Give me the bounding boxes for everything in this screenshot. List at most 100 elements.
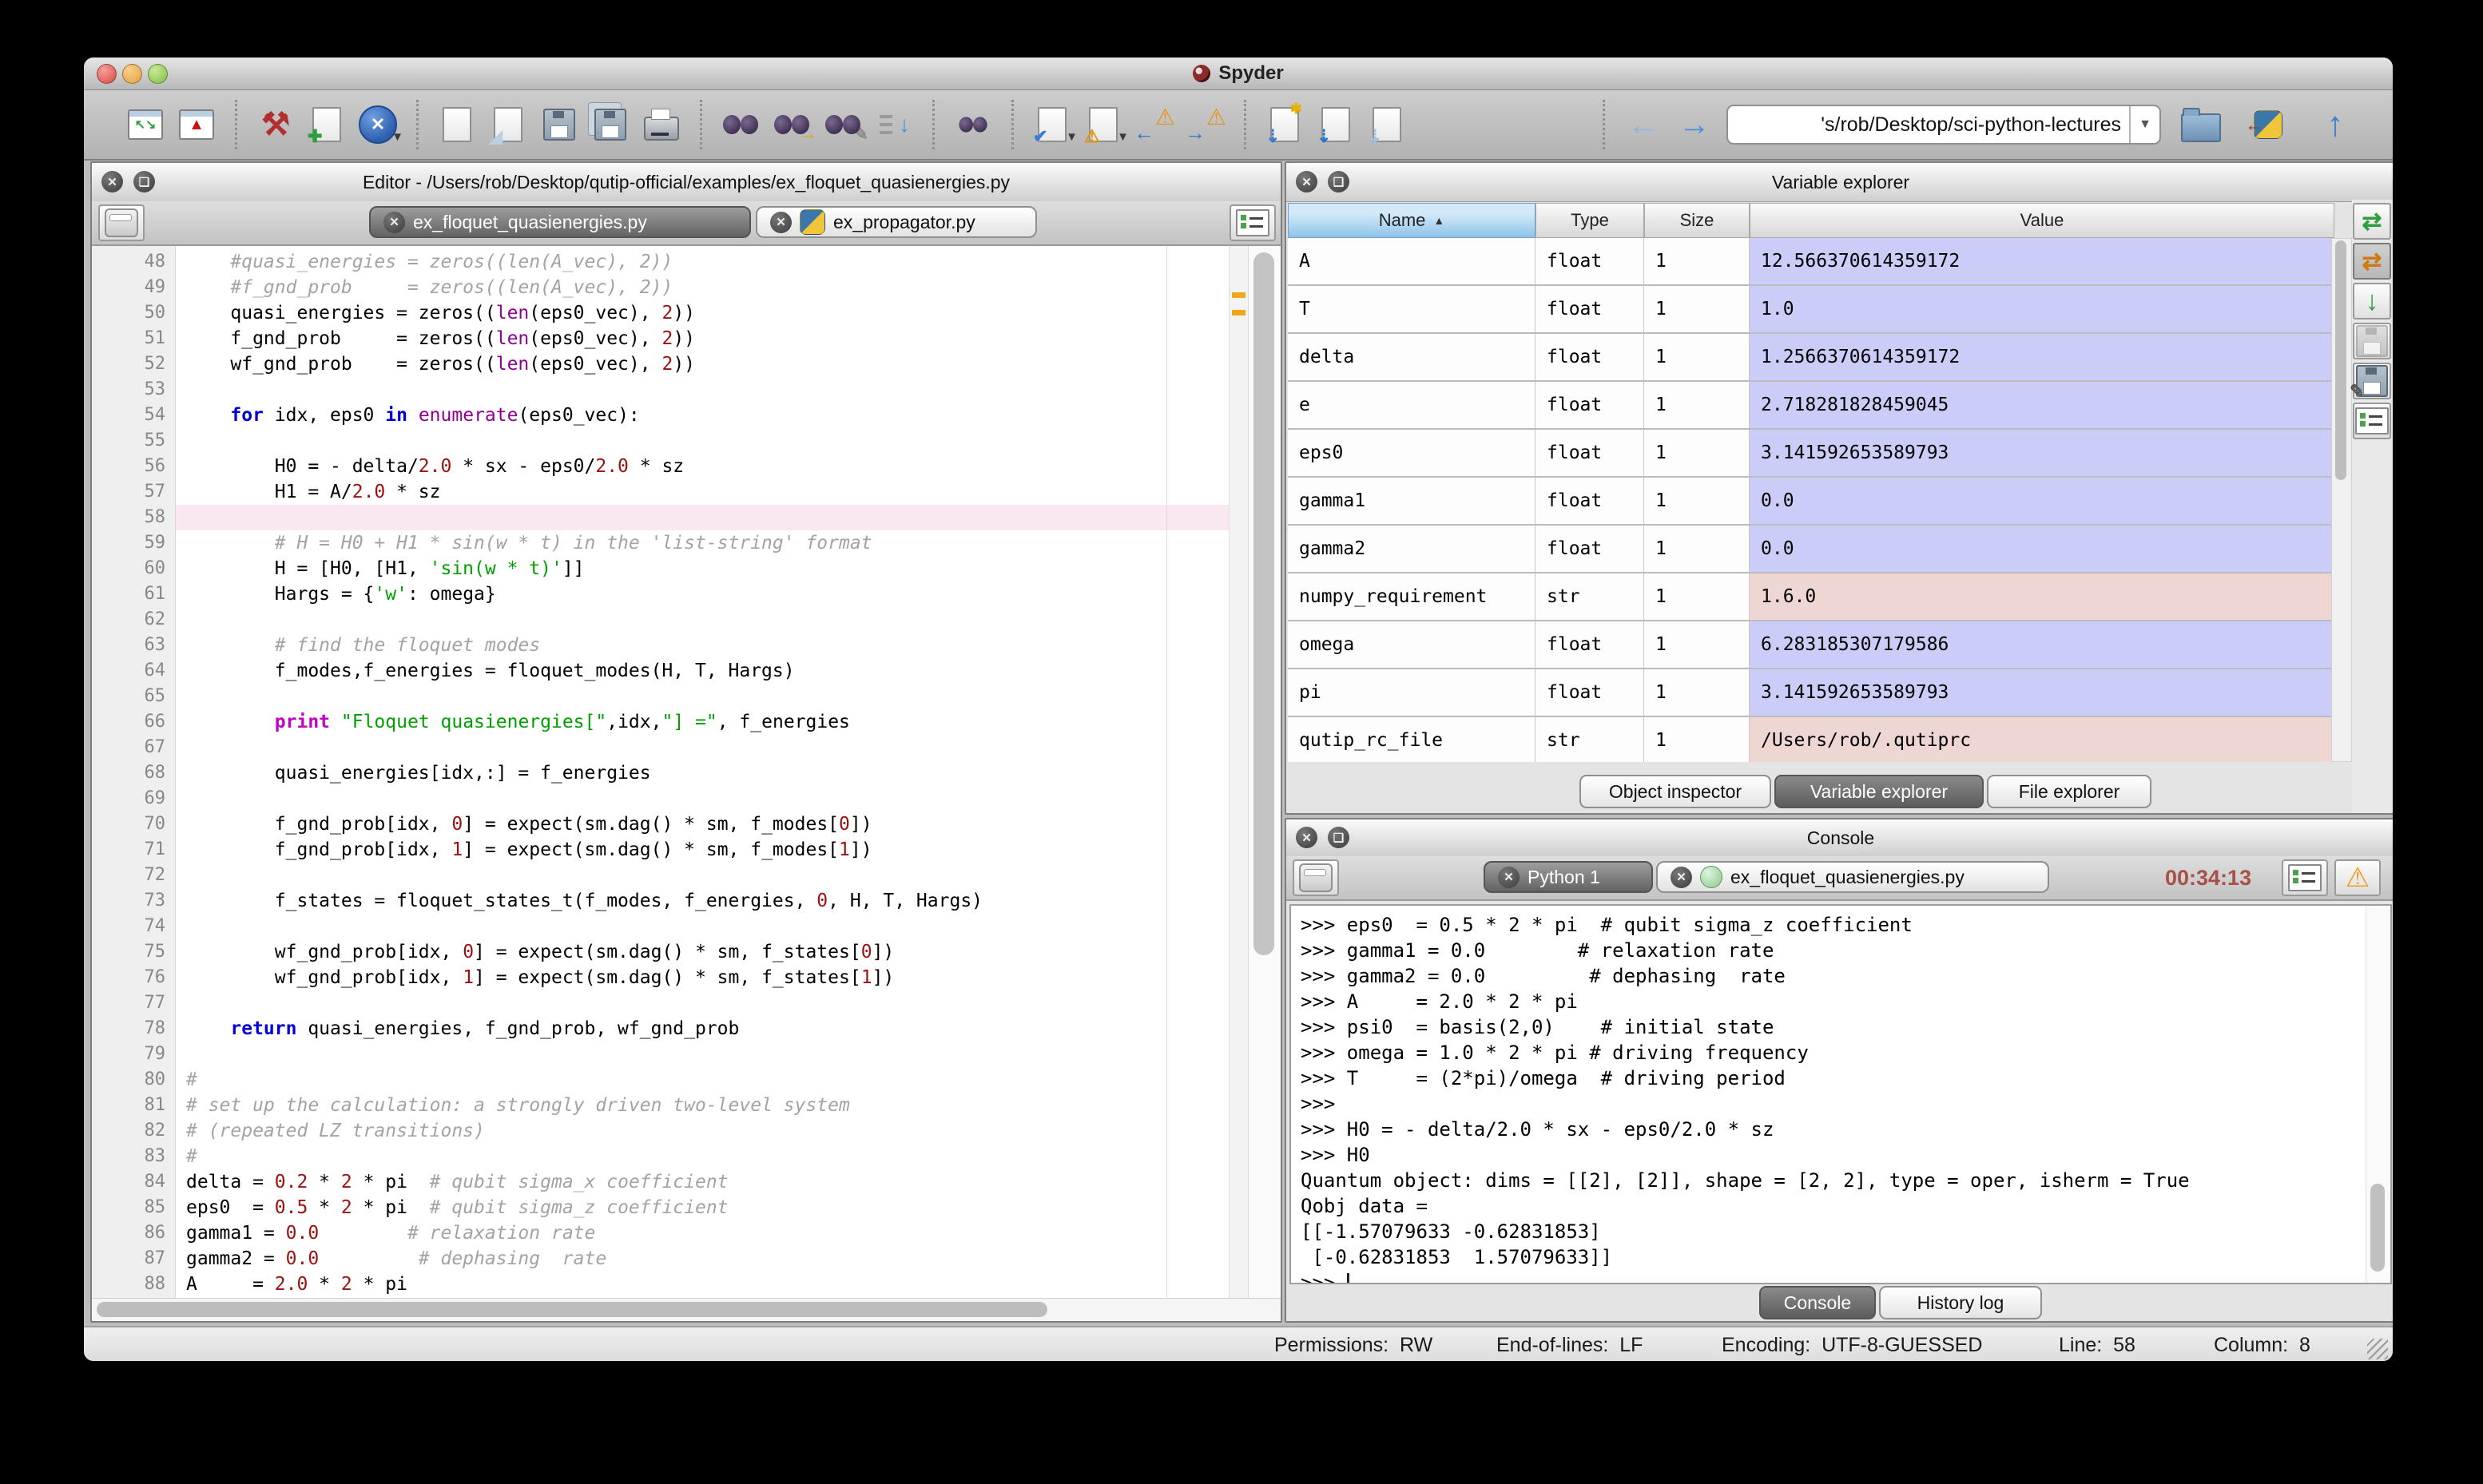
variable-size[interactable]: 1 [1644, 573, 1750, 620]
console-interrupt-button[interactable]: ⚠ [2334, 859, 2381, 896]
variable-value[interactable]: 1.6.0 [1750, 573, 2331, 620]
back-icon[interactable]: ← [1621, 102, 1666, 147]
variable-name[interactable]: gamma1 [1288, 478, 1535, 524]
console-output-area[interactable]: >>> eps0 = 0.5 * 2 * pi # qubit sigma_z … [1289, 904, 2392, 1284]
variable-type[interactable]: float [1535, 382, 1644, 428]
variable-value[interactable]: 1.0 [1750, 286, 2331, 332]
working-directory-combobox[interactable]: 's/rob/Desktop/sci-python-lectures▼ [1726, 105, 2161, 145]
pythonpath-manager-icon[interactable]: ▲ [174, 102, 219, 147]
table-row[interactable]: Tfloat11.0 [1288, 286, 2331, 334]
table-row[interactable]: qutip_rc_filestr1/Users/rob/.qutiprc [1288, 717, 2331, 762]
variable-name[interactable]: pi [1288, 669, 1535, 716]
open-file-icon[interactable]: ◢ [486, 102, 530, 147]
panel-tab-file-explorer[interactable]: File explorer [1987, 775, 2151, 808]
new-file-icon[interactable] [435, 102, 479, 147]
variable-name[interactable]: numpy_requirement [1288, 573, 1535, 620]
variable-value[interactable]: 1.2566370614359172 [1750, 334, 2331, 380]
replace-icon[interactable]: ✎ [820, 102, 865, 147]
table-row[interactable]: efloat12.718281828459045 [1288, 382, 2331, 430]
variable-name[interactable]: e [1288, 382, 1535, 428]
console-options-button[interactable] [2282, 859, 2328, 896]
table-row[interactable]: Afloat112.566370614359172 [1288, 238, 2331, 286]
tab-close-icon[interactable]: ✕ [383, 212, 405, 233]
column-header-type[interactable]: Type [1535, 203, 1644, 238]
save-icon[interactable] [537, 102, 582, 147]
variable-value[interactable]: 0.0 [1750, 478, 2331, 524]
console-file-list-button[interactable] [1293, 859, 1339, 896]
set-console-working-directory-icon[interactable]: ← [2246, 102, 2290, 147]
variable-name[interactable]: eps0 [1288, 430, 1535, 476]
tab-close-icon[interactable]: ✕ [1671, 867, 1692, 888]
variable-type[interactable]: float [1535, 286, 1644, 332]
find-icon[interactable] [718, 102, 763, 147]
table-row[interactable]: omegafloat16.283185307179586 [1288, 621, 2331, 669]
refresh-icon[interactable]: ⇄ [2353, 203, 2391, 240]
variable-size[interactable]: 1 [1644, 526, 1750, 572]
variable-size[interactable]: 1 [1644, 286, 1750, 332]
tab-close-icon[interactable]: ✕ [770, 212, 792, 233]
save-data-as-icon[interactable]: ✎ [2353, 363, 2391, 399]
titlebar[interactable]: Spyder [84, 58, 2393, 90]
editor-options-button[interactable] [1230, 204, 1276, 241]
panel-tab-console[interactable]: Console [1759, 1286, 1876, 1319]
editor-tab-ex_propagator.py[interactable]: ✕ex_propagator.py [756, 206, 1037, 238]
run-cell-advance-icon[interactable]: ⇣ [1313, 102, 1358, 147]
variable-size[interactable]: 1 [1644, 621, 1750, 668]
variable-size[interactable]: 1 [1644, 430, 1750, 476]
console-scrollbar-thumb[interactable] [2370, 1184, 2385, 1272]
table-row[interactable]: numpy_requirementstr11.6.0 [1288, 573, 2331, 621]
warning-flag[interactable] [1232, 292, 1245, 298]
column-header-size[interactable]: Size [1644, 203, 1750, 238]
table-row[interactable]: gamma2float10.0 [1288, 526, 2331, 573]
variable-type[interactable]: str [1535, 573, 1644, 620]
variable-name[interactable]: A [1288, 238, 1535, 284]
table-row[interactable]: deltafloat11.2566370614359172 [1288, 334, 2331, 382]
find-in-files-icon[interactable] [951, 102, 995, 147]
variable-size[interactable]: 1 [1644, 717, 1750, 762]
todo-list-icon[interactable]: ✔▼ [1030, 102, 1075, 147]
resize-grip[interactable] [2367, 1339, 2388, 1359]
variable-size[interactable]: 1 [1644, 334, 1750, 380]
console-tab-ex_floquet_quasienergies.py[interactable]: ✕ex_floquet_quasienergies.py [1656, 861, 2049, 893]
save-data-icon[interactable] [2353, 323, 2391, 359]
variable-size[interactable]: 1 [1644, 238, 1750, 284]
variable-name[interactable]: omega [1288, 621, 1535, 668]
editor-horizontal-scrollbar[interactable] [92, 1298, 1281, 1321]
variable-value[interactable]: 2.718281828459045 [1750, 382, 2331, 428]
maximize-pane-icon[interactable]: ↖↘ [123, 102, 168, 147]
panel-tab-variable-explorer[interactable]: Variable explorer [1774, 775, 1984, 808]
variable-name[interactable]: gamma2 [1288, 526, 1535, 572]
refresh-periodically-icon[interactable]: ⇄ [2353, 243, 2391, 280]
variable-type[interactable]: str [1535, 717, 1644, 762]
run-cell-icon[interactable]: ⇣✱ [1262, 102, 1307, 147]
editor-horizontal-scrollbar-thumb[interactable] [97, 1302, 1047, 1317]
variable-size[interactable]: 1 [1644, 382, 1750, 428]
forward-icon[interactable]: → [1672, 102, 1717, 147]
goto-line-icon[interactable] [872, 102, 916, 147]
variable-value[interactable]: 12.566370614359172 [1750, 238, 2331, 284]
variable-type[interactable]: float [1535, 478, 1644, 524]
editor-tab-ex_floquet_quasienergies.py[interactable]: ✕ex_floquet_quasienergies.py [369, 206, 751, 238]
panel-tab-object-inspector[interactable]: Object inspector [1579, 775, 1771, 808]
file-add-icon[interactable]: ✚ [304, 102, 349, 147]
variable-size[interactable]: 1 [1644, 478, 1750, 524]
console-scrollbar[interactable] [2366, 906, 2390, 1283]
variable-table-scrollbar-thumb[interactable] [2335, 240, 2346, 480]
open-working-directory-icon[interactable] [2179, 102, 2223, 147]
variable-type[interactable]: float [1535, 430, 1644, 476]
editor-code-area[interactable]: 4849505152535455565758596061626364656667… [92, 246, 1281, 1299]
variable-type[interactable]: float [1535, 526, 1644, 572]
warning-flag[interactable] [1232, 310, 1245, 315]
variable-value[interactable]: 6.283185307179586 [1750, 621, 2331, 668]
editor-vertical-scrollbar[interactable] [1248, 246, 1281, 1299]
variable-name[interactable]: T [1288, 286, 1535, 332]
tab-close-icon[interactable]: ✕ [1498, 867, 1520, 888]
variable-value[interactable]: /Users/rob/.qutiprc [1750, 717, 2331, 762]
panel-tab-history-log[interactable]: History log [1879, 1286, 2042, 1319]
parent-directory-icon[interactable]: ↑ [2313, 102, 2358, 147]
variable-value[interactable]: 0.0 [1750, 526, 2331, 572]
table-row[interactable]: eps0float13.141592653589793 [1288, 430, 2331, 478]
variable-type[interactable]: float [1535, 669, 1644, 716]
variable-table-scrollbar[interactable] [2331, 238, 2352, 762]
next-warning-icon[interactable]: ⚠→ [1183, 102, 1228, 147]
